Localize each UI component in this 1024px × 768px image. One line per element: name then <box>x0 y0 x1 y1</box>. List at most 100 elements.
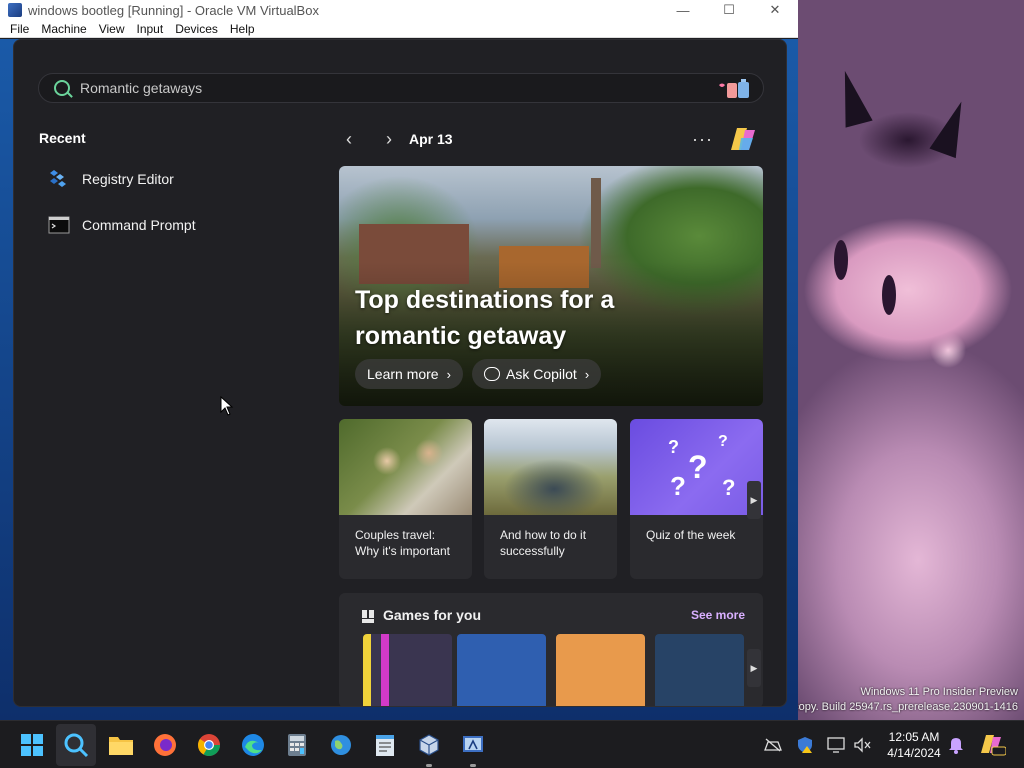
speaker-muted-icon[interactable] <box>852 735 872 755</box>
search-icon <box>54 80 70 96</box>
hero-title: Top destinations for a romantic getaway <box>355 286 615 350</box>
couple-photo <box>339 419 472 515</box>
learn-more-label: Learn more <box>367 366 439 382</box>
wallpaper-horn-right <box>929 96 975 159</box>
close-button[interactable]: ✕ <box>752 0 798 20</box>
menu-file[interactable]: File <box>4 22 35 36</box>
registry-editor-icon <box>50 170 66 187</box>
quiz-image: ? ? ? ? ? <box>630 419 763 515</box>
chrome-button[interactable] <box>195 731 223 759</box>
maximize-button[interactable]: ☐ <box>706 0 752 20</box>
vm-manager-button[interactable] <box>459 731 487 759</box>
start-button[interactable] <box>18 731 46 759</box>
chevron-right-icon: › <box>584 366 590 382</box>
game-tile[interactable] <box>457 634 546 706</box>
cube-icon <box>419 734 439 756</box>
question-mark-icon: ? <box>688 449 708 485</box>
recent-item-registry-editor[interactable]: Registry Editor <box>38 161 278 197</box>
date-navigation: ‹ › Apr 13 ··· <box>339 128 763 150</box>
more-options-button[interactable]: ··· <box>692 129 713 150</box>
globe-icon <box>331 735 351 755</box>
notepad-icon <box>376 735 394 756</box>
see-more-link[interactable]: See more <box>691 608 745 622</box>
menu-machine[interactable]: Machine <box>35 22 92 36</box>
games-section: Games for you See more ▶ <box>339 593 763 706</box>
watermark-line-1: Windows 11 Pro Insider Preview <box>860 686 1018 698</box>
search-icon <box>64 733 89 758</box>
card-quiz[interactable]: ? ? ? ? ? Quiz of the week <box>630 419 763 579</box>
edge-icon <box>242 734 264 756</box>
search-box[interactable] <box>38 73 764 103</box>
game-tile[interactable] <box>556 634 645 706</box>
copilot-icon[interactable] <box>729 124 759 154</box>
wallpaper-eye-right <box>882 275 896 315</box>
vm-menubar: File Machine View Input Devices Help <box>0 20 798 38</box>
previous-day-button[interactable]: ‹ <box>339 129 359 149</box>
chrome-icon <box>198 734 220 756</box>
windows-logo-icon <box>21 734 43 756</box>
search-input[interactable] <box>80 80 680 96</box>
notepad-button[interactable] <box>371 731 399 759</box>
search-taskbar-button[interactable] <box>62 731 90 759</box>
menu-devices[interactable]: Devices <box>169 22 224 36</box>
recent-item-label: Command Prompt <box>82 217 196 233</box>
clock-date: 4/14/2024 <box>887 746 941 760</box>
next-day-button[interactable]: › <box>379 129 399 149</box>
card-how-to[interactable]: And how to do it successfully <box>484 419 617 579</box>
command-prompt-icon <box>48 216 70 234</box>
luggage-icon <box>719 79 749 98</box>
vm-title: windows bootleg [Running] - Oracle VM Vi… <box>28 2 319 18</box>
vm-titlebar[interactable]: windows bootleg [Running] - Oracle VM Vi… <box>0 0 798 20</box>
games-title: Games for you <box>383 607 482 623</box>
menu-view[interactable]: View <box>93 22 131 36</box>
hiking-couple-photo <box>484 419 617 515</box>
chat-bubble-icon <box>484 367 500 381</box>
cards-scroll-right-button[interactable]: ▶ <box>747 481 761 519</box>
firefox-icon <box>154 734 176 756</box>
menu-input[interactable]: Input <box>131 22 170 36</box>
chevron-right-icon: › <box>446 366 451 382</box>
recent-item-label: Registry Editor <box>82 171 174 187</box>
taskbar: 12:05 AM 4/14/2024 <box>0 720 1024 768</box>
system-clock[interactable]: 12:05 AM 4/14/2024 <box>882 729 946 761</box>
clock-time: 12:05 AM <box>888 730 940 744</box>
folder-icon <box>109 737 133 755</box>
ask-copilot-button[interactable]: Ask Copilot › <box>472 359 602 389</box>
desktop-wallpaper: Windows 11 Pro Insider Preview Evaluatio… <box>739 0 1024 720</box>
edge-button[interactable] <box>239 731 267 759</box>
game-tile[interactable] <box>363 634 452 706</box>
virtualbox-taskbar-button[interactable] <box>415 731 443 759</box>
calculator-icon <box>288 734 306 756</box>
firefox-button[interactable] <box>151 731 179 759</box>
notification-bell-icon[interactable] <box>946 735 966 755</box>
recent-item-command-prompt[interactable]: Command Prompt <box>38 207 278 243</box>
copilot-preview-icon[interactable] <box>980 735 1006 756</box>
game-tile[interactable] <box>655 634 744 706</box>
network-offline-icon[interactable] <box>763 735 783 755</box>
search-panel: Recent Registry Editor Command Prompt ‹ … <box>13 39 787 707</box>
mouse-cursor-icon <box>220 396 234 416</box>
recent-heading: Recent <box>39 130 86 146</box>
current-date: Apr 13 <box>409 131 453 147</box>
maps-button[interactable] <box>327 731 355 759</box>
display-icon[interactable] <box>826 735 846 755</box>
virtual-machine-icon <box>463 736 483 752</box>
hero-card[interactable]: Top destinations for a romantic getaway … <box>339 166 763 406</box>
games-scroll-right-button[interactable]: ▶ <box>747 649 761 687</box>
security-warning-icon[interactable] <box>795 735 815 755</box>
ask-copilot-label: Ask Copilot <box>506 366 577 382</box>
menu-help[interactable]: Help <box>224 22 261 36</box>
card-caption: And how to do it successfully <box>500 528 587 558</box>
virtualbox-icon <box>8 3 22 17</box>
calculator-button[interactable] <box>283 731 311 759</box>
wallpaper-horn-left <box>831 67 873 128</box>
virtualbox-window: windows bootleg [Running] - Oracle VM Vi… <box>0 0 798 720</box>
learn-more-button[interactable]: Learn more › <box>355 359 463 389</box>
wallpaper-eye-left <box>834 240 848 280</box>
card-caption: Couples travel: Why it's important <box>355 528 450 558</box>
card-couples-travel[interactable]: Couples travel: Why it's important <box>339 419 472 579</box>
card-caption: Quiz of the week <box>646 528 736 542</box>
minimize-button[interactable]: — <box>660 0 706 20</box>
games-icon <box>362 610 374 623</box>
file-explorer-button[interactable] <box>107 731 135 759</box>
